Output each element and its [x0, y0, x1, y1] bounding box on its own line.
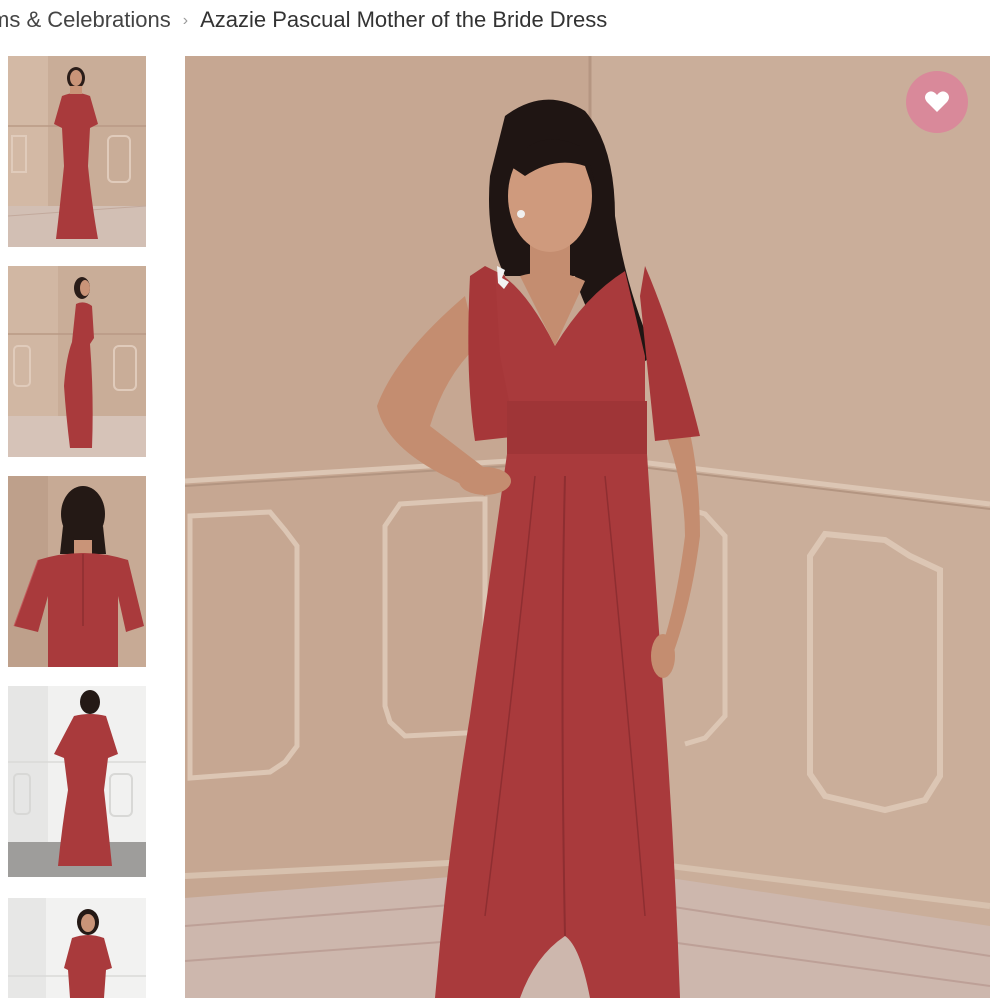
dress-front-studio-image [8, 898, 146, 998]
breadcrumb-current: Azazie Pascual Mother of the Bride Dress [200, 7, 608, 32]
dress-back-studio-image [8, 686, 146, 877]
dress-side-view-image [8, 266, 146, 457]
wishlist-button[interactable] [906, 71, 968, 133]
main-product-image[interactable] [185, 56, 990, 998]
breadcrumb: ms & Celebrations › Azazie Pascual Mothe… [0, 0, 1000, 40]
heart-icon [925, 91, 949, 112]
thumbnail-side-view[interactable] [8, 266, 146, 457]
chevron-right-icon: › [182, 12, 189, 29]
dress-front-view-image [8, 56, 146, 247]
dress-back-view-image [8, 476, 146, 667]
thumbnail-back-view[interactable] [8, 476, 146, 667]
thumbnail-front-studio[interactable] [8, 898, 146, 998]
breadcrumb-parent-link[interactable]: ms & Celebrations [0, 7, 171, 33]
thumbnail-front-view[interactable] [8, 56, 146, 247]
model-in-red-dress-image [185, 56, 990, 998]
thumbnail-back-studio[interactable] [8, 686, 146, 877]
